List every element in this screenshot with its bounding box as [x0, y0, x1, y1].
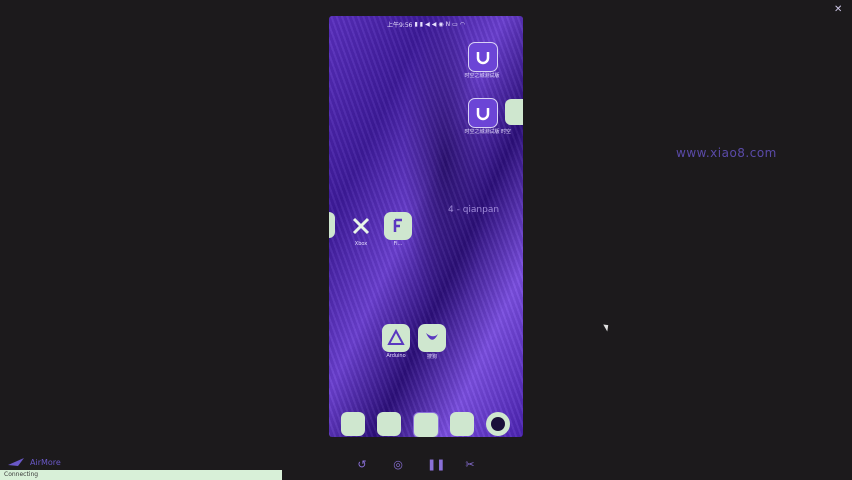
f-logo-icon	[393, 218, 402, 232]
status-time: 上午9:56	[386, 21, 413, 29]
app-icon-bird[interactable]	[418, 324, 446, 352]
app-icon-top-right[interactable]	[468, 42, 498, 72]
triangle-logo-icon	[387, 328, 405, 345]
phone-icon[interactable]	[341, 412, 365, 436]
widget-text: 4 - qianpan	[448, 205, 500, 215]
phone-screen[interactable]: 上午9:56 ▮ ▮ ◀ ◀ ◉ N ▭ ◠ 时空之城测试版 时空之城测试版 时…	[329, 16, 523, 437]
watermark: www.xiao8.com	[676, 146, 777, 160]
app-label: 搜狗	[426, 354, 437, 360]
x-logo-icon	[352, 217, 370, 235]
close-icon[interactable]: ✕	[834, 4, 842, 15]
brand-name: AirMore	[30, 457, 61, 467]
mouse-cursor	[603, 322, 611, 332]
app-icon-middle-right[interactable]	[468, 98, 498, 128]
app-label: 时空	[500, 129, 511, 135]
scissors-icon[interactable]: ✂	[463, 458, 477, 471]
app-label: Arduino	[386, 353, 406, 359]
app-label: 时空之城测试版	[464, 73, 500, 79]
brand: AirMore	[8, 457, 61, 467]
u-logo-icon	[476, 108, 490, 121]
app-icon-x[interactable]	[347, 212, 375, 240]
signal-icon: ▮	[419, 20, 424, 28]
wifi-icon: ◠	[459, 20, 466, 28]
mirror-controls: ↺ ◎ ❚❚ ✂	[355, 458, 477, 471]
nav-icon: ◀	[431, 20, 437, 28]
back-icon[interactable]: ↺	[355, 458, 369, 471]
nav-icon: ◀	[425, 20, 430, 28]
gallery-icon[interactable]	[450, 412, 474, 436]
signal-icon: ▮	[414, 20, 418, 28]
app-icon-partial[interactable]	[505, 99, 523, 125]
app-icon-left-partial[interactable]	[329, 212, 335, 238]
u-logo-icon	[476, 52, 490, 65]
wechat-icon: ◉	[438, 20, 444, 28]
app-label: Xbox	[354, 241, 368, 247]
home-icon[interactable]: ◎	[391, 458, 405, 471]
n-icon: N	[445, 20, 451, 28]
connection-status: Connecting	[0, 470, 282, 480]
battery-icon: ▭	[452, 20, 458, 28]
app-icon-f[interactable]	[384, 212, 412, 240]
message-icon[interactable]	[377, 412, 401, 436]
app-icon-triangle[interactable]	[382, 324, 410, 352]
pause-icon[interactable]: ❚❚	[427, 458, 445, 471]
airmore-logo-icon	[8, 458, 24, 466]
connection-status-text: Connecting	[4, 471, 39, 478]
browser-icon[interactable]	[413, 412, 439, 437]
status-bar: 上午9:56 ▮ ▮ ◀ ◀ ◉ N ▭ ◠	[329, 16, 523, 32]
camera-icon[interactable]	[486, 412, 510, 436]
app-label: Fi...	[393, 241, 403, 247]
bird-logo-icon	[426, 333, 438, 340]
